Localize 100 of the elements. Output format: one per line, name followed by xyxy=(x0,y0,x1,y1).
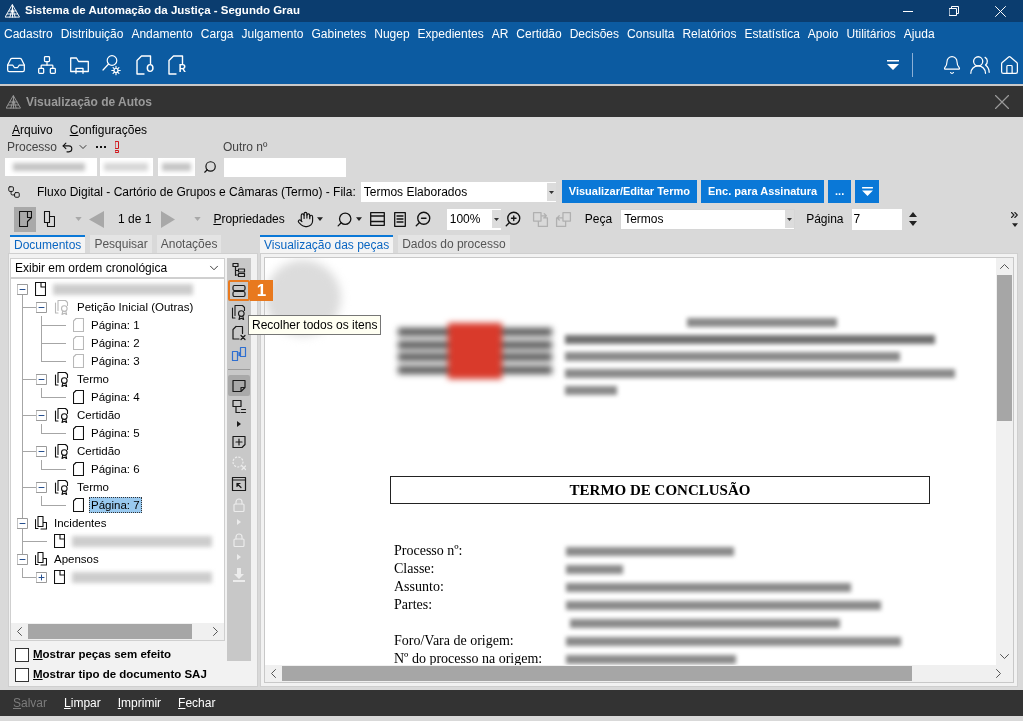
menu-item[interactable]: Decisões xyxy=(569,25,620,43)
alert-icon[interactable] xyxy=(115,141,120,153)
minus-box-icon[interactable] xyxy=(36,373,47,385)
menu-item[interactable]: Ajuda xyxy=(903,25,935,43)
zoom-in-icon[interactable] xyxy=(503,210,522,228)
menu-item[interactable]: Certidão xyxy=(516,25,562,43)
document-lines-icon[interactable] xyxy=(393,211,406,227)
minus-box-icon[interactable] xyxy=(36,301,47,313)
scrollbar-thumb[interactable] xyxy=(28,624,192,639)
tree-item[interactable]: Incidentes xyxy=(52,515,109,531)
input-field[interactable] xyxy=(5,158,97,176)
menu-item[interactable]: Utilitários xyxy=(846,25,896,43)
restore-icon xyxy=(949,6,959,16)
view-mode-button[interactable] xyxy=(14,206,36,232)
close-button[interactable] xyxy=(994,93,1010,110)
spinner-arrows-icon[interactable] xyxy=(908,212,917,226)
input-field[interactable] xyxy=(100,158,153,176)
hand-icon[interactable] xyxy=(296,210,314,228)
menu-item[interactable]: AR xyxy=(491,25,509,43)
menu-item[interactable]: Configurações xyxy=(69,123,148,138)
bell-icon[interactable] xyxy=(942,54,962,76)
tree-item[interactable]: Petição Inicial (Outras) xyxy=(75,299,196,315)
menu-item[interactable]: Apoio xyxy=(807,25,839,43)
checkbox[interactable] xyxy=(15,668,29,682)
tree-item[interactable]: Termo xyxy=(75,371,111,387)
queue-select[interactable]: Termos Elaborados xyxy=(360,181,556,202)
menu-item[interactable]: Relatórios xyxy=(682,25,737,43)
home-icon[interactable] xyxy=(999,54,1020,76)
tree-item[interactable]: Página: 4 xyxy=(89,389,142,405)
tab[interactable]: Anotações xyxy=(156,235,222,253)
menu-item[interactable]: Arquivo xyxy=(12,123,53,138)
checkbox-label[interactable]: Mostrar peças sem efeito xyxy=(33,646,172,664)
users-icon[interactable] xyxy=(969,54,991,76)
scrollbar-thumb[interactable] xyxy=(997,275,1012,421)
menu-item[interactable]: Nugep xyxy=(374,25,410,43)
scrollbar-thumb[interactable] xyxy=(282,666,912,681)
more-options-button[interactable] xyxy=(855,180,880,203)
page-input[interactable]: 7 xyxy=(851,208,902,230)
menu-item[interactable]: Andamento xyxy=(131,25,193,43)
menu-item[interactable]: Julgamento xyxy=(241,25,304,43)
tab[interactable]: Documentos xyxy=(10,235,86,253)
menu-item[interactable]: Estatística xyxy=(744,25,800,43)
horizontal-scrollbar[interactable] xyxy=(11,623,224,640)
search-icon[interactable] xyxy=(335,210,353,228)
plus-box-icon[interactable] xyxy=(36,571,47,583)
tab[interactable]: Pesquisar xyxy=(90,235,152,253)
menu-item[interactable]: Distribuição xyxy=(60,25,124,43)
tool-button[interactable] xyxy=(228,280,250,301)
action-button[interactable]: Enc. para Assinatura xyxy=(701,180,825,203)
menu-item[interactable]: Carga xyxy=(200,25,234,43)
minus-box-icon[interactable] xyxy=(36,481,47,493)
tree-item[interactable]: Termo xyxy=(75,479,111,495)
action-button[interactable]: ... xyxy=(828,180,852,203)
document-button[interactable]: O xyxy=(136,55,154,75)
tree-item[interactable]: Página: 1 xyxy=(89,317,142,333)
zoom-out-icon[interactable] xyxy=(413,210,432,228)
action-button[interactable]: Visualizar/Editar Termo xyxy=(561,180,697,203)
hierarchy-icon[interactable] xyxy=(37,55,57,75)
tool-button[interactable] xyxy=(228,375,250,396)
folder-icon[interactable] xyxy=(70,56,89,74)
tree-item[interactable]: Certidão xyxy=(75,443,123,459)
tab[interactable]: Visualização das peças xyxy=(260,235,394,253)
field-label: Peça xyxy=(584,211,613,228)
checkbox-label[interactable]: Mostrar tipo de documento SAJ xyxy=(33,666,207,684)
input-field[interactable] xyxy=(224,157,346,177)
search-icon[interactable] xyxy=(203,160,217,174)
window-icon[interactable] xyxy=(369,212,385,226)
undo-icon[interactable] xyxy=(61,140,75,154)
menu-item[interactable]: Cadastro xyxy=(4,25,53,43)
tree-item[interactable]: Certidão xyxy=(75,407,123,423)
search-gear-icon[interactable] xyxy=(102,54,122,76)
tree-item[interactable]: Página: 6 xyxy=(89,461,142,477)
properties-button[interactable]: Propriedades xyxy=(213,210,285,228)
blurred-text xyxy=(565,386,617,395)
checkbox[interactable] xyxy=(15,648,29,662)
tree-item[interactable]: Página: 7 xyxy=(89,497,142,513)
minus-box-icon[interactable] xyxy=(36,409,47,421)
piece-select[interactable]: Termos xyxy=(620,208,796,230)
tab[interactable]: Dados do processo xyxy=(398,235,510,253)
action-link[interactable]: Imprimir xyxy=(117,694,162,712)
zoom-select[interactable]: 100% xyxy=(446,208,501,230)
inbox-icon[interactable] xyxy=(6,55,26,75)
menu-item[interactable]: Expedientes xyxy=(417,25,484,43)
order-select[interactable]: Exibir em ordem cronológica xyxy=(10,258,225,278)
tree-item[interactable]: Apensos xyxy=(52,551,101,567)
tree-item[interactable]: Página: 2 xyxy=(89,335,142,351)
input-field[interactable] xyxy=(158,158,195,176)
tree-item[interactable]: Página: 5 xyxy=(89,425,142,441)
minus-box-icon[interactable] xyxy=(17,553,28,565)
tree-item[interactable]: Página: 3 xyxy=(89,353,142,369)
document-button[interactable]: R xyxy=(168,55,186,75)
menu-item[interactable]: Gabinetes xyxy=(311,25,367,43)
minus-box-icon[interactable] xyxy=(17,517,28,529)
action-link[interactable]: Limpar xyxy=(64,694,101,712)
dropdown-icon[interactable] xyxy=(887,60,899,70)
minus-box-icon[interactable] xyxy=(36,445,47,457)
action-link[interactable]: Fechar xyxy=(178,694,216,712)
chevrons-right-icon[interactable] xyxy=(1011,211,1018,218)
menu-item[interactable]: Consulta xyxy=(627,25,675,43)
minus-box-icon[interactable] xyxy=(17,283,28,295)
